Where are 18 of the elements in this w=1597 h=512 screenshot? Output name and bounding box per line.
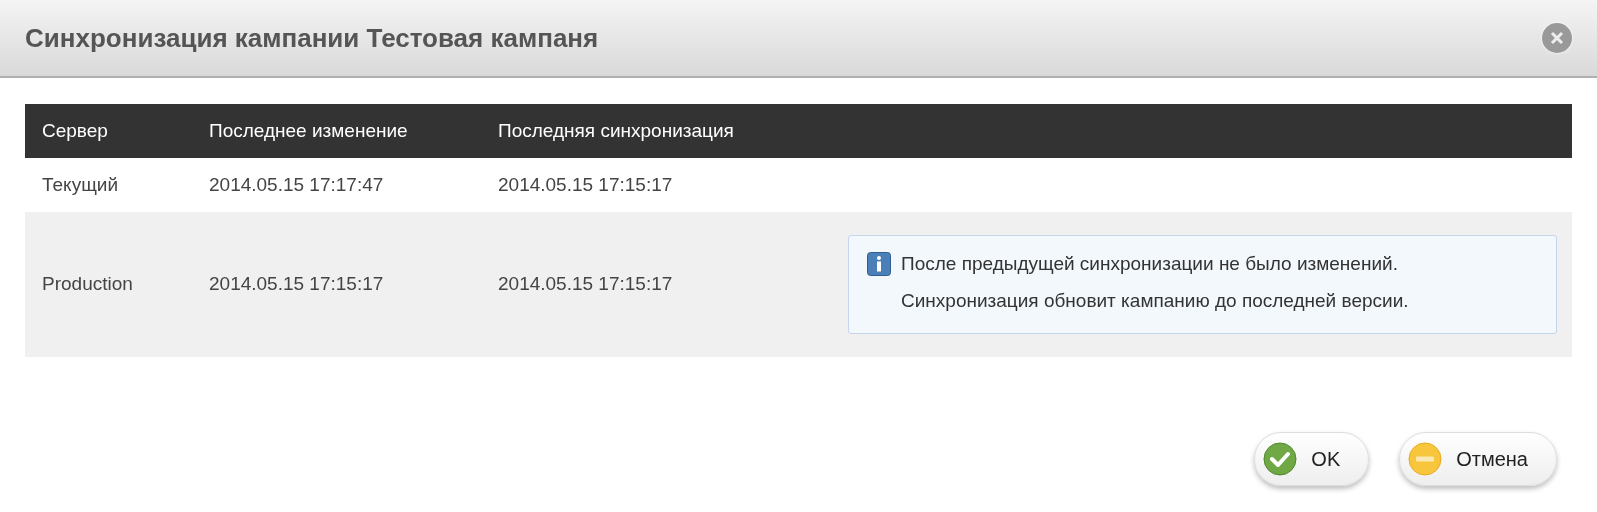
table-cell-text: 2014.05.15 17:15:17 [497, 272, 674, 297]
cancel-button[interactable]: Отмена [1399, 432, 1557, 486]
close-button[interactable] [1542, 23, 1572, 53]
table-cell-text: Production [41, 272, 134, 297]
table-cell-text: Текущий [41, 172, 119, 197]
table-cell-text: 2014.05.15 17:17:47 [208, 172, 385, 197]
table-cell-text: 2014.05.15 17:15:17 [208, 272, 385, 297]
info-icon [867, 252, 891, 276]
ok-button[interactable]: OK [1254, 432, 1370, 486]
close-icon [1550, 31, 1564, 45]
column-header: Сервер [41, 118, 109, 143]
notice-text: После предыдущей синхронизации не было изменений. Синхронизация обновит кампанию до последней версии. [901, 252, 1410, 313]
column-header: Последнее изменение [208, 118, 409, 143]
minus-icon [1408, 442, 1443, 476]
table-cell-text: 2014.05.15 17:15:17 [497, 172, 674, 197]
checkmark-icon [1263, 442, 1298, 476]
column-header: Последняя синхронизация [497, 118, 735, 143]
window-title: Синхронизация кампании Тестовая кампаня [25, 21, 599, 55]
